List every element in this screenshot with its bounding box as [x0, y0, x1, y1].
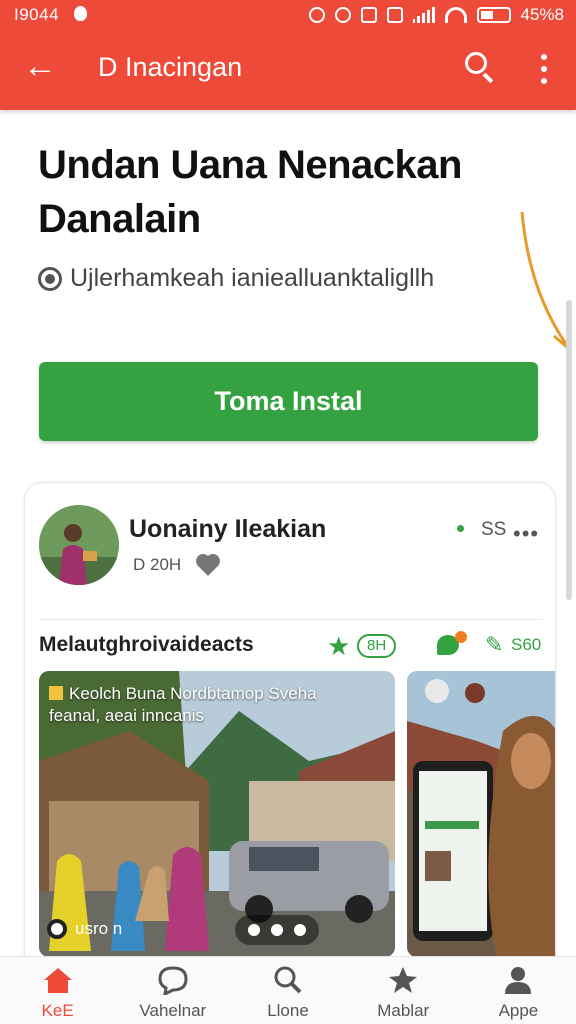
sync-icon — [334, 7, 351, 23]
search-icon — [274, 966, 302, 994]
photo-actions[interactable] — [235, 915, 319, 945]
more-dot — [541, 78, 547, 84]
action-icon[interactable] — [293, 924, 306, 936]
user-icon — [47, 919, 67, 939]
status-time: I9044 — [14, 5, 60, 24]
card-count: SS — [481, 519, 507, 540]
online-indicator — [457, 525, 464, 532]
top-bar: I9044 45%8 ← D Inacingan — [0, 0, 576, 110]
search-button[interactable] — [462, 50, 498, 86]
image-icon — [360, 7, 377, 23]
screen: I9044 45%8 ← D Inacingan Undan Uana Nena… — [0, 0, 576, 1024]
star-icon[interactable]: ★ — [327, 633, 350, 659]
status-bar: I9044 45%8 — [0, 0, 576, 30]
nav-item-featured[interactable]: Mablar — [346, 957, 461, 1024]
signal-icon — [412, 7, 435, 23]
post-time: D 20H — [133, 555, 182, 574]
nav-label-home: KeE — [41, 1001, 74, 1020]
overflow-menu-button[interactable] — [532, 52, 556, 86]
caption-line-2: feanal, aeai inncanis — [49, 706, 205, 725]
star-icon — [389, 967, 418, 993]
nav-label-featured: Mablar — [377, 1001, 430, 1020]
photo-user[interactable]: usro n — [47, 919, 122, 939]
alarm-icon — [308, 7, 325, 23]
more-dot — [541, 66, 547, 72]
scrollbar[interactable] — [566, 300, 572, 600]
notification-icon — [74, 6, 87, 21]
install-button[interactable]: Toma Instal — [39, 362, 538, 441]
nav-item-home[interactable]: KeE — [0, 957, 115, 1024]
search-icon-handle — [482, 72, 494, 84]
app-bar-title: D Inacingan — [98, 52, 243, 82]
edit-count: S60 — [511, 635, 542, 654]
wifi-icon — [444, 7, 467, 23]
search-icon — [465, 52, 487, 74]
page-title: Undan Uana Nenackan Danalain — [38, 143, 462, 241]
person-icon — [505, 967, 532, 994]
avatar-image — [39, 505, 119, 585]
battery-percent: 45%8 — [520, 5, 564, 24]
heart-icon[interactable] — [198, 556, 219, 576]
phone-user-photo — [407, 671, 555, 957]
avatar[interactable] — [39, 505, 119, 585]
photo-user-name: usro n — [75, 919, 123, 938]
side-photo[interactable] — [407, 671, 555, 957]
nav-label-search: Llone — [267, 1001, 309, 1020]
post-card: Uonainy Ileakian D 20H SS ••• Melautghro… — [24, 482, 556, 1002]
chat-bubble-icon — [158, 966, 188, 995]
bottom-navigation: KeE Vahelnar Llone Mablar Appe — [0, 956, 576, 1024]
author-name[interactable]: Uonainy Ileakian — [129, 515, 326, 544]
more-dot — [541, 54, 547, 60]
divider — [39, 619, 543, 620]
action-icon[interactable] — [270, 924, 283, 936]
subtitle: Ujlerhamkeah ianiealluanktaligllh — [38, 264, 434, 293]
subtitle-text: Ujlerhamkeah ianiealluanktaligllh — [70, 264, 435, 292]
back-button[interactable]: ← — [20, 48, 60, 88]
caption-line-1: Keolch Buna Nordbtamop Sveha — [69, 684, 317, 703]
photo-caption: Keolch Buna Nordbtamop Sveha feanal, aea… — [49, 683, 369, 727]
nav-item-profile[interactable]: Appe — [461, 957, 576, 1024]
back-arrow-icon: ← — [23, 47, 57, 85]
section-title: Melautghroivaideacts — [39, 633, 254, 656]
battery-icon — [476, 7, 511, 23]
tag-pill[interactable]: 8H — [357, 634, 397, 658]
app-bar: ← D Inacingan — [0, 32, 576, 104]
home-icon — [43, 968, 72, 993]
sim-icon — [386, 7, 403, 23]
target-icon — [38, 266, 62, 291]
author-meta: D 20H — [133, 555, 219, 576]
caption-badge-icon — [49, 686, 63, 700]
edit-icon[interactable]: ✎ — [485, 633, 503, 657]
nav-label-messages: Vahelnar — [139, 1001, 207, 1020]
action-icon[interactable] — [248, 924, 261, 936]
section-header: Melautghroivaideacts ★ 8H ✎ S60 — [39, 631, 549, 663]
nav-item-messages[interactable]: Vahelnar — [115, 957, 230, 1024]
status-icons: 45%8 — [308, 5, 564, 25]
card-more-button[interactable]: ••• — [513, 521, 539, 547]
nav-item-search[interactable]: Llone — [230, 957, 345, 1024]
nav-label-profile: Appe — [498, 1001, 539, 1020]
notification-badge — [455, 631, 467, 643]
post-photo[interactable]: Keolch Buna Nordbtamop Sveha feanal, aea… — [39, 671, 395, 957]
